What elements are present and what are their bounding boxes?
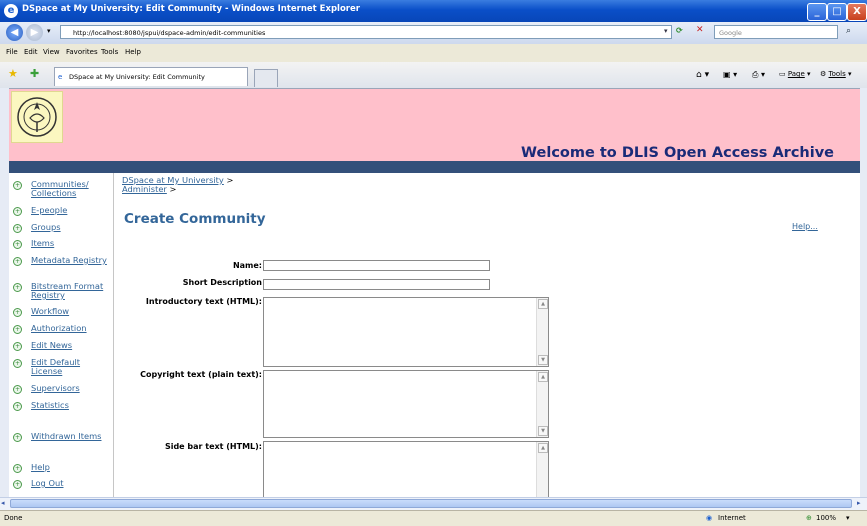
scroll-right-icon[interactable]: ▸ (857, 499, 861, 507)
copyright-text-label: Copyright text (plain text): (140, 370, 262, 379)
scroll-up-icon[interactable]: ▲ (538, 299, 548, 309)
expand-icon: + (13, 224, 22, 233)
add-favorites-icon[interactable]: ✚ (30, 67, 39, 80)
expand-icon: + (13, 385, 22, 394)
tab-bar: ★ ✚ DSpace at My University: Edit Commun… (0, 62, 867, 89)
expand-icon: + (13, 240, 22, 249)
sidebar-text-label: Side bar text (HTML): (164, 442, 262, 451)
security-zone: Internet (718, 514, 746, 522)
site-logo[interactable] (11, 91, 63, 143)
admin-sidebar: + Communities/ Collections + E-people + Gro… (9, 173, 114, 497)
tab-edit-community[interactable]: DSpace at My University: Edit Community (54, 67, 248, 86)
expand-icon: + (13, 342, 22, 351)
search-icon[interactable]: ⌕ (846, 26, 851, 36)
intro-text-area[interactable]: ▲ ▼ (263, 297, 549, 367)
url-dropdown-icon[interactable]: ▾ (664, 27, 668, 35)
maximize-button[interactable]: □ (827, 3, 847, 21)
page-title: Create Community (124, 211, 266, 227)
sidebar-text-area[interactable]: ▲ (263, 441, 549, 497)
address-bar: ◀ ▶ ▾ http://localhost:8080/jspui/dspace… (0, 22, 867, 45)
short-description-input[interactable] (263, 279, 490, 290)
print-icon[interactable]: ⎙ ▾ (752, 70, 765, 80)
forward-button[interactable]: ▶ (26, 24, 43, 41)
site-banner: Welcome to DLIS Open Access Archive (9, 89, 860, 161)
tab-page-icon: e (58, 73, 63, 81)
horizontal-scrollbar[interactable]: ◂ ▸ (0, 497, 867, 510)
sidebar-text-scrollbar[interactable]: ▲ (536, 442, 548, 497)
name-label: Name: (232, 261, 262, 270)
help-link[interactable]: Help... (792, 222, 818, 231)
expand-icon: + (13, 433, 22, 442)
home-icon[interactable]: ⌂ ▾ (696, 70, 709, 80)
expand-icon: + (13, 283, 22, 292)
frame-left (0, 88, 9, 497)
menu-edit[interactable]: Edit (24, 48, 38, 56)
new-tab-button[interactable] (254, 69, 278, 87)
close-button[interactable]: X (847, 3, 867, 21)
scroll-left-icon[interactable]: ◂ (1, 499, 5, 507)
copyright-text-area[interactable]: ▲ ▼ (263, 370, 549, 438)
status-bar: Done ◉ Internet ⊕ 100% ▾ (0, 510, 867, 526)
welcome-heading: Welcome to DLIS Open Access Archive (521, 145, 834, 161)
expand-icon: + (13, 181, 22, 190)
status-text: Done (4, 514, 23, 522)
stop-icon[interactable]: ✕ (696, 25, 704, 35)
favorites-star-icon[interactable]: ★ (8, 67, 18, 80)
breadcrumb-separator: > (169, 184, 177, 194)
expand-icon: + (13, 480, 22, 489)
feeds-icon[interactable]: ▣ ▾ (723, 70, 737, 79)
zoom-dropdown-icon[interactable]: ▾ (846, 514, 850, 522)
breadcrumb: DSpace at My University > Administer > (122, 176, 233, 194)
expand-icon: + (13, 359, 22, 368)
scroll-up-icon[interactable]: ▲ (538, 443, 548, 453)
page-menu[interactable]: ▭ Page ▾ (779, 70, 811, 78)
scroll-down-icon[interactable]: ▼ (538, 426, 548, 436)
scroll-up-icon[interactable]: ▲ (538, 372, 548, 382)
breadcrumb-separator: > (226, 175, 234, 185)
expand-icon: + (13, 464, 22, 473)
ie-logo-icon: e (4, 4, 18, 18)
expand-icon: + (13, 257, 22, 266)
expand-icon: + (13, 308, 22, 317)
minimize-button[interactable]: _ (807, 3, 827, 21)
window-title: DSpace at My University: Edit Community … (22, 4, 360, 14)
zoom-icon[interactable]: ⊕ (806, 514, 812, 522)
menu-tools[interactable]: Tools (101, 48, 118, 56)
page-content: Welcome to DLIS Open Access Archive + Com… (9, 89, 860, 497)
short-description-label: Short Description (182, 278, 262, 287)
breadcrumb-admin-link[interactable]: Administer (122, 184, 167, 194)
intro-scrollbar[interactable]: ▲ ▼ (536, 298, 548, 366)
internet-zone-icon: ◉ (706, 514, 713, 522)
expand-icon: + (13, 207, 22, 216)
url-input[interactable]: http://localhost:8080/jspui/dspace-admin… (60, 25, 672, 39)
window-title-bar: e DSpace at My University: Edit Communit… (0, 0, 867, 22)
menu-favorites[interactable]: Favorites (66, 48, 98, 56)
intro-text-label: Introductory text (HTML): (145, 297, 262, 306)
menu-help[interactable]: Help (125, 48, 141, 56)
header-bar (9, 161, 860, 173)
expand-icon: + (13, 402, 22, 411)
copyright-scrollbar[interactable]: ▲ ▼ (536, 371, 548, 437)
search-input[interactable]: Google (714, 25, 838, 39)
menu-bar: File Edit View Favorites Tools Help (0, 44, 867, 63)
menu-view[interactable]: View (43, 48, 60, 56)
zoom-level[interactable]: 100% (816, 514, 836, 522)
name-input[interactable] (263, 260, 490, 271)
refresh-icon[interactable]: ⟳ (676, 26, 683, 35)
scrollbar-thumb[interactable] (10, 499, 852, 508)
frame-right (860, 88, 867, 497)
scroll-down-icon[interactable]: ▼ (538, 355, 548, 365)
expand-icon: + (13, 325, 22, 334)
history-dropdown-icon[interactable]: ▾ (47, 27, 51, 35)
tools-menu[interactable]: ⚙ Tools ▾ (820, 70, 852, 78)
back-button[interactable]: ◀ (6, 24, 23, 41)
menu-file[interactable]: File (6, 48, 18, 56)
